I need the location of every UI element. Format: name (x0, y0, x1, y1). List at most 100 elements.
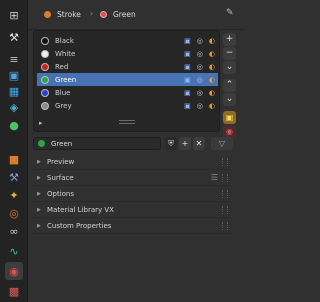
material-sphere-icon (38, 140, 45, 147)
eye-icon[interactable]: ◎ (197, 50, 203, 58)
material-breadcrumb[interactable]: Green (100, 10, 136, 19)
slot-label: Grey (55, 101, 72, 110)
constraints-icon[interactable]: ∞ (5, 222, 23, 240)
lock-icon[interactable]: ◐ (209, 63, 215, 71)
slot-color-swatch (41, 62, 49, 71)
display-toggle-icon[interactable]: ▣ (184, 50, 191, 58)
slot-row[interactable]: Black ▣ ◎ ◐ (37, 34, 218, 47)
browse-icon: ▽ (218, 139, 226, 148)
object-name: Stroke (57, 10, 81, 19)
chevron-down-icon: ⌄ (225, 62, 234, 72)
browse-material-button[interactable]: ▽ (211, 137, 233, 150)
slot-specials-button[interactable]: ⌄ (223, 61, 236, 74)
collapse-triangle-icon: ▶ (37, 206, 41, 213)
particles-icon[interactable]: ✦ (5, 186, 23, 204)
slot-toggle-icons: ▣ ◎ ◐ (184, 102, 215, 110)
wrench-icon[interactable]: ⚒ (5, 28, 23, 46)
display-toggle-icon[interactable]: ▣ (184, 102, 191, 110)
plus-icon: + (181, 139, 189, 148)
slot-row[interactable]: Blue ▣ ◎ ◐ (37, 86, 218, 99)
material-slot-list[interactable]: Black ▣ ◎ ◐ White ▣ ◎ ◐ Red ▣ ◎ ◐ Green ▣ ◎ ◐ Blue ▣ ◎ ◐ Gre… (33, 30, 220, 132)
collapse-triangle-icon: ▶ (37, 158, 41, 165)
panel-drag-handle[interactable] (222, 189, 228, 198)
list-icon[interactable]: ☰ (211, 173, 218, 182)
panel-drag-handle[interactable] (222, 173, 228, 182)
world-icon[interactable]: ● (5, 116, 23, 134)
panel-drag-handle[interactable] (222, 205, 228, 214)
lock-icon[interactable]: ◐ (209, 89, 215, 97)
material-selector-row: Green ⛨ + ✕ ▽ (33, 137, 233, 150)
list-resize-grip[interactable] (119, 120, 135, 124)
slot-label: Black (55, 36, 74, 45)
arrow-down-icon: ⌄ (225, 94, 234, 104)
eye-icon[interactable]: ◎ (197, 102, 203, 110)
panel-label: Material Library VX (47, 205, 114, 214)
unlink-material-button[interactable]: ✕ (193, 137, 205, 150)
slot-label: White (55, 49, 76, 58)
lock-slot-button[interactable]: ▣ (223, 111, 236, 124)
slot-color-swatch (41, 101, 49, 110)
panel-label: Options (47, 189, 75, 198)
object-breadcrumb[interactable]: Stroke (44, 10, 81, 19)
material-breadcrumb-icon (100, 11, 107, 18)
panel-preview[interactable]: ▶ Preview (33, 154, 233, 170)
physics-icon[interactable]: ◎ (5, 204, 23, 222)
slot-row[interactable]: Green ▣ ◎ ◐ (37, 73, 218, 86)
display-toggle-icon[interactable]: ▣ (184, 63, 191, 71)
display-toggle-icon[interactable]: ▣ (184, 89, 191, 97)
collapse-triangle-icon: ▶ (37, 190, 41, 197)
close-icon: ✕ (195, 139, 203, 148)
slot-toggle-icons: ▣ ◎ ◐ (184, 63, 215, 71)
add-slot-button[interactable]: + (223, 33, 236, 46)
add-slot-icon: + (225, 34, 234, 44)
panel-label: Surface (47, 173, 74, 182)
slot-row[interactable]: Grey ▣ ◎ ◐ (37, 99, 218, 112)
panel-material-library-vx[interactable]: ▶ Material Library VX (33, 202, 233, 218)
move-slot-down-button[interactable]: ⌄ (223, 93, 236, 106)
panel-drag-handle[interactable] (222, 221, 228, 230)
material-name-field[interactable]: Green (33, 137, 161, 150)
panel-options[interactable]: ▶ Options (33, 186, 233, 202)
breadcrumb-separator-icon: › (90, 9, 94, 18)
properties-header: Stroke › Green ✎ (28, 0, 245, 30)
material-icon[interactable]: ◉ (5, 262, 23, 280)
list-expand-icon[interactable]: ▸ (39, 119, 43, 127)
panel-drag-handle[interactable] (222, 157, 228, 166)
slot-color-swatch (41, 88, 49, 97)
panel-surface[interactable]: ▶ Surface ☰ (33, 170, 233, 186)
slot-row[interactable]: White ▣ ◎ ◐ (37, 47, 218, 60)
lock-icon: ▣ (225, 112, 234, 122)
material-breadcrumb-name: Green (113, 10, 136, 19)
properties-tab-strip: ⊞ ⚒ ≡ ▣ ▦ ◈ ● ■ ⚒ ✦ ◎ ∞ ∿ ◉ ▩ (0, 0, 28, 302)
lock-icon[interactable]: ◐ (209, 50, 215, 58)
display-toggle-icon[interactable]: ▣ (184, 37, 191, 45)
eye-icon[interactable]: ◎ (197, 89, 203, 97)
new-material-button[interactable]: + (179, 137, 191, 150)
eye-icon[interactable]: ◎ (197, 37, 203, 45)
display-toggle-icon[interactable]: ▣ (184, 76, 191, 84)
slot-label: Green (55, 75, 77, 84)
panel-custom-properties[interactable]: ▶ Custom Properties (33, 218, 233, 234)
arrow-up-icon: ⌃ (225, 80, 234, 90)
remove-slot-icon: − (225, 48, 234, 58)
remove-slot-button[interactable]: − (223, 47, 236, 60)
panel-label: Preview (47, 157, 75, 166)
fake-user-button[interactable]: ⛨ (165, 137, 177, 150)
lock-icon[interactable]: ◐ (209, 76, 215, 84)
material-name-text: Green (51, 139, 73, 148)
tool-icon[interactable]: ⊞ (5, 6, 23, 24)
lock-icon[interactable]: ◐ (209, 37, 215, 45)
lock-icon[interactable]: ◐ (209, 102, 215, 110)
slot-toggle-icons: ▣ ◎ ◐ (184, 76, 215, 84)
view-layer-icon[interactable]: ◈ (5, 98, 23, 116)
slot-row[interactable]: Red ▣ ◎ ◐ (37, 60, 218, 73)
modifier-icon[interactable]: ⚒ (5, 168, 23, 186)
pin-icon[interactable]: ✎ (226, 8, 234, 18)
move-slot-up-button[interactable]: ⌃ (223, 79, 236, 92)
collapse-triangle-icon: ▶ (37, 174, 41, 181)
data-icon[interactable]: ∿ (5, 242, 23, 260)
texture-icon[interactable]: ▩ (5, 282, 23, 300)
object-icon[interactable]: ■ (5, 150, 23, 168)
eye-icon[interactable]: ◎ (197, 76, 203, 84)
eye-icon[interactable]: ◎ (197, 63, 203, 71)
